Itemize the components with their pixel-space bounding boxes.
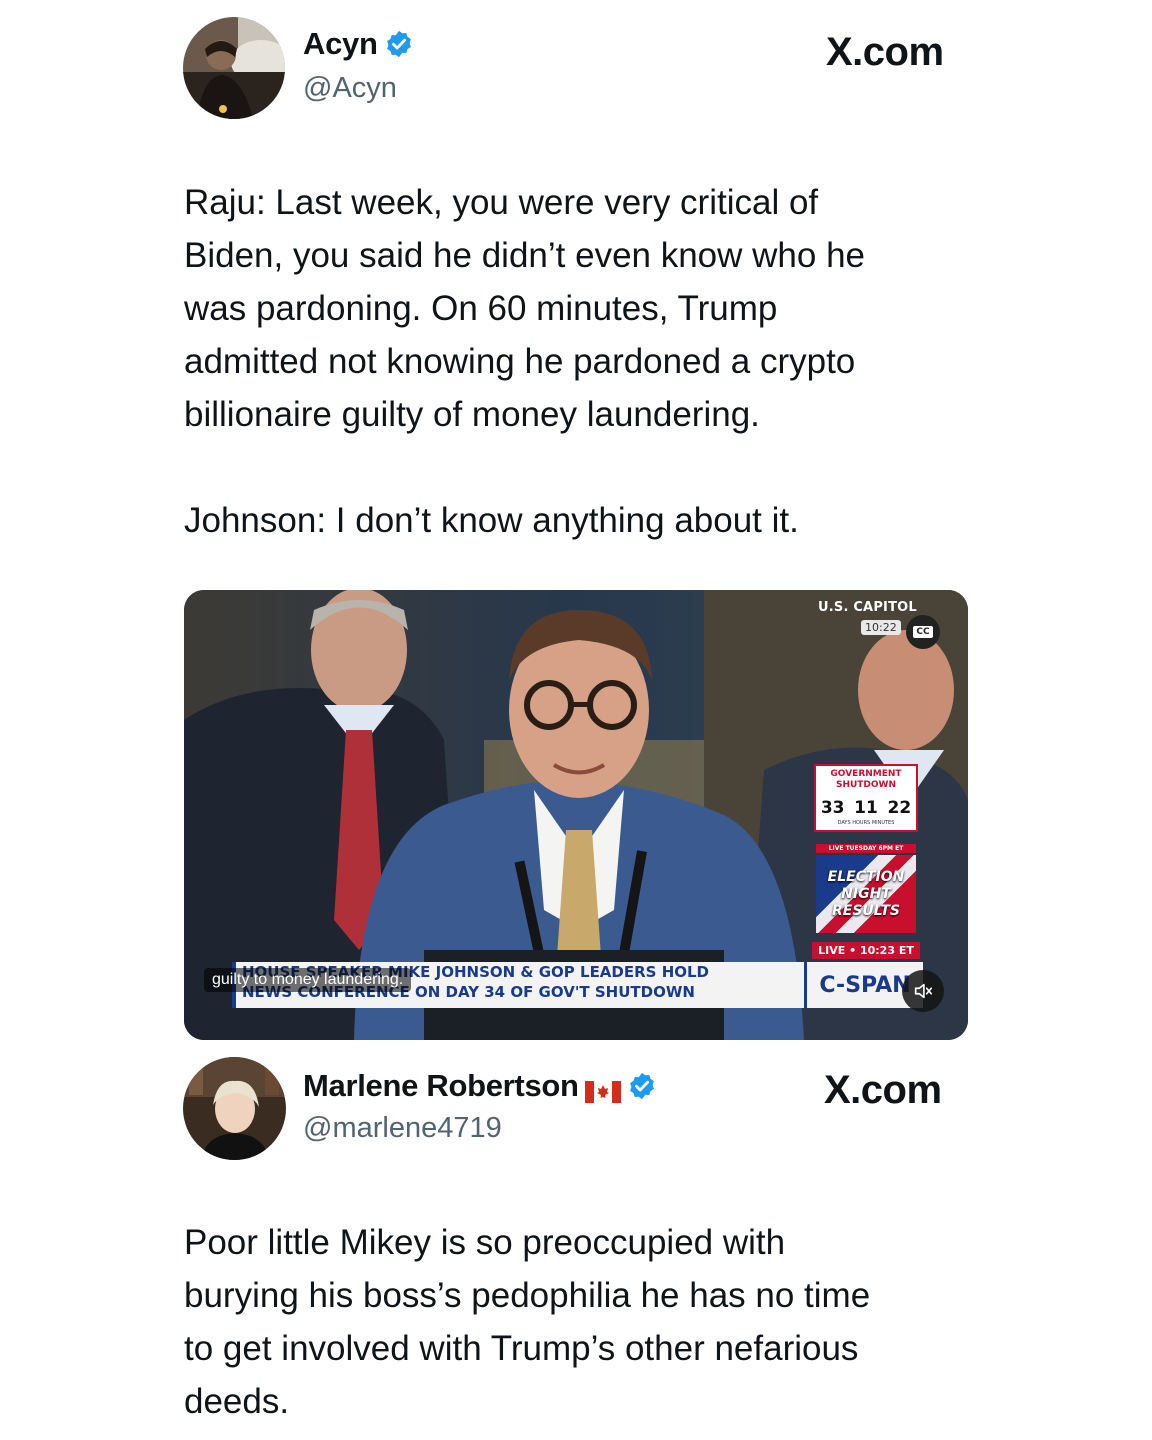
shutdown-minutes: 22 — [887, 798, 912, 818]
tweet-text-marlene: Poor little Mikey is so preoccupied with… — [184, 1223, 871, 1421]
x-site-logo: X.com — [826, 30, 944, 74]
video-player[interactable]: U.S. CAPITOL 10:22 CC GOVERNMENT SHUTDOW… — [184, 590, 968, 1040]
author-name-label: Marlene Robertson — [303, 1068, 579, 1103]
location-bug: U.S. CAPITOL — [818, 600, 917, 615]
video-caption: guilty to money laundering. — [204, 968, 412, 992]
location-time: 10:22 — [861, 620, 901, 635]
author-handle-acyn[interactable]: @Acyn — [303, 72, 397, 105]
verified-badge-icon — [627, 1071, 657, 1101]
author-handle-marlene[interactable]: @marlene4719 — [303, 1112, 502, 1145]
closed-captions-label: CC — [913, 626, 933, 638]
shutdown-units: DAYS HOURS MINUTES — [837, 820, 895, 826]
canada-flag-icon — [584, 1075, 621, 1103]
shutdown-title: GOVERNMENT SHUTDOWN — [830, 769, 902, 790]
live-label: LIVE • 10:23 ET — [812, 942, 920, 959]
election-night-promo: ELECTION NIGHT RESULTS — [816, 855, 916, 933]
tweet-text-acyn: Raju: Last week, you were very critical … — [184, 183, 866, 540]
shutdown-days: 33 — [820, 798, 845, 818]
mute-button[interactable] — [902, 970, 944, 1012]
avatar-acyn[interactable] — [183, 17, 285, 119]
author-name-marlene[interactable]: Marlene Robertson — [303, 1068, 657, 1104]
verified-badge-icon — [384, 29, 414, 59]
speaker-muted-icon — [914, 983, 933, 999]
shutdown-clock: GOVERNMENT SHUTDOWN 33 11 22 DAYS HOURS … — [814, 764, 918, 832]
election-pre-label: LIVE TUESDAY 6PM ET — [816, 844, 916, 853]
cspan-logo-text: C-SPAN — [819, 972, 911, 998]
author-name-label: Acyn — [303, 26, 378, 61]
election-title: ELECTION NIGHT RESULTS — [827, 868, 905, 919]
x-site-logo: X.com — [824, 1068, 942, 1112]
shutdown-digits: 33 11 22 — [816, 798, 916, 818]
author-name-acyn[interactable]: Acyn — [303, 26, 414, 62]
closed-captions-button[interactable]: CC — [906, 615, 940, 649]
shutdown-hours: 11 — [854, 798, 878, 818]
avatar-marlene[interactable] — [183, 1057, 286, 1160]
